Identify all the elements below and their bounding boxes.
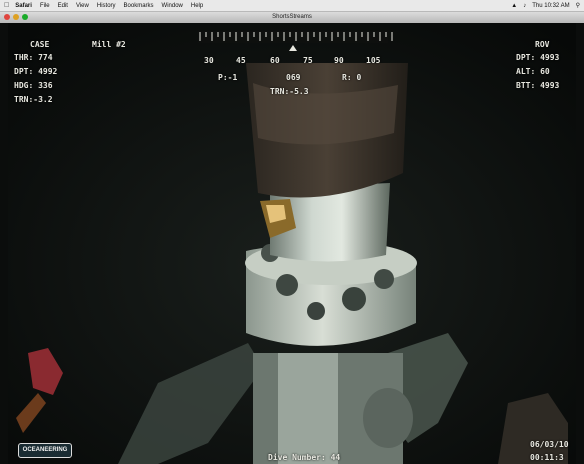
wifi-icon[interactable]: ▲: [511, 3, 517, 9]
scale-tick-105: 105: [366, 56, 381, 65]
menu-bookmarks[interactable]: Bookmarks: [124, 3, 154, 9]
menu-history[interactable]: History: [97, 3, 116, 9]
close-window-button[interactable]: [4, 14, 10, 20]
search-icon[interactable]: ⚲: [576, 2, 580, 9]
video-feed: CASE THR: 774 DPT: 4992 HDG: 336 TRN:-3.…: [8, 23, 576, 464]
turns-readout: TRN:-5.3: [270, 87, 309, 96]
rov-line-dpt: DPT: 4993: [516, 53, 560, 62]
case-line-hdg: HDG: 336: [14, 81, 53, 90]
mill-label: Mill #2: [92, 40, 126, 49]
menu-safari[interactable]: Safari: [15, 3, 32, 9]
volume-icon[interactable]: ♪: [523, 3, 526, 9]
case-line-thr: THR: 774: [14, 53, 53, 62]
rov-line-alt: ALT: 60: [516, 67, 550, 76]
rov-header: ROV: [535, 40, 550, 49]
apple-icon[interactable]: : [4, 2, 9, 9]
date-readout: 06/03/10: [530, 440, 569, 449]
rov-line-btt: BTT: 4993: [516, 81, 560, 90]
case-line-trn: TRN:-3.2: [14, 95, 53, 104]
heading-readout: 069: [286, 73, 301, 82]
window-title: ShortsStreams: [272, 14, 312, 20]
menu-view[interactable]: View: [76, 3, 89, 9]
window-titlebar: ShortsStreams: [0, 12, 584, 23]
menubar-clock[interactable]: Thu 10:32 AM: [532, 3, 569, 9]
menu-window[interactable]: Window: [162, 3, 183, 9]
menu-edit[interactable]: Edit: [58, 3, 68, 9]
scale-tick-60: 60: [270, 56, 280, 65]
pitch-readout: P:-1: [218, 73, 238, 82]
menu-bar:  Safari File Edit View History Bookmark…: [0, 0, 584, 12]
minimize-window-button[interactable]: [13, 14, 19, 20]
time-readout: 00:11:3: [530, 453, 564, 462]
scale-tick-90: 90: [334, 56, 344, 65]
scale-tick-75: 75: [303, 56, 313, 65]
oceaneering-logo: OCEANEERING: [18, 443, 72, 458]
menu-file[interactable]: File: [40, 3, 50, 9]
scale-tick-30: 30: [204, 56, 214, 65]
case-line-dpt: DPT: 4992: [14, 67, 58, 76]
menu-help[interactable]: Help: [191, 3, 203, 9]
roll-readout: R: 0: [342, 73, 362, 82]
scale-tick-45: 45: [236, 56, 246, 65]
case-header: CASE: [30, 40, 50, 49]
dive-number: Dive Number: 44: [268, 453, 341, 462]
zoom-window-button[interactable]: [22, 14, 28, 20]
